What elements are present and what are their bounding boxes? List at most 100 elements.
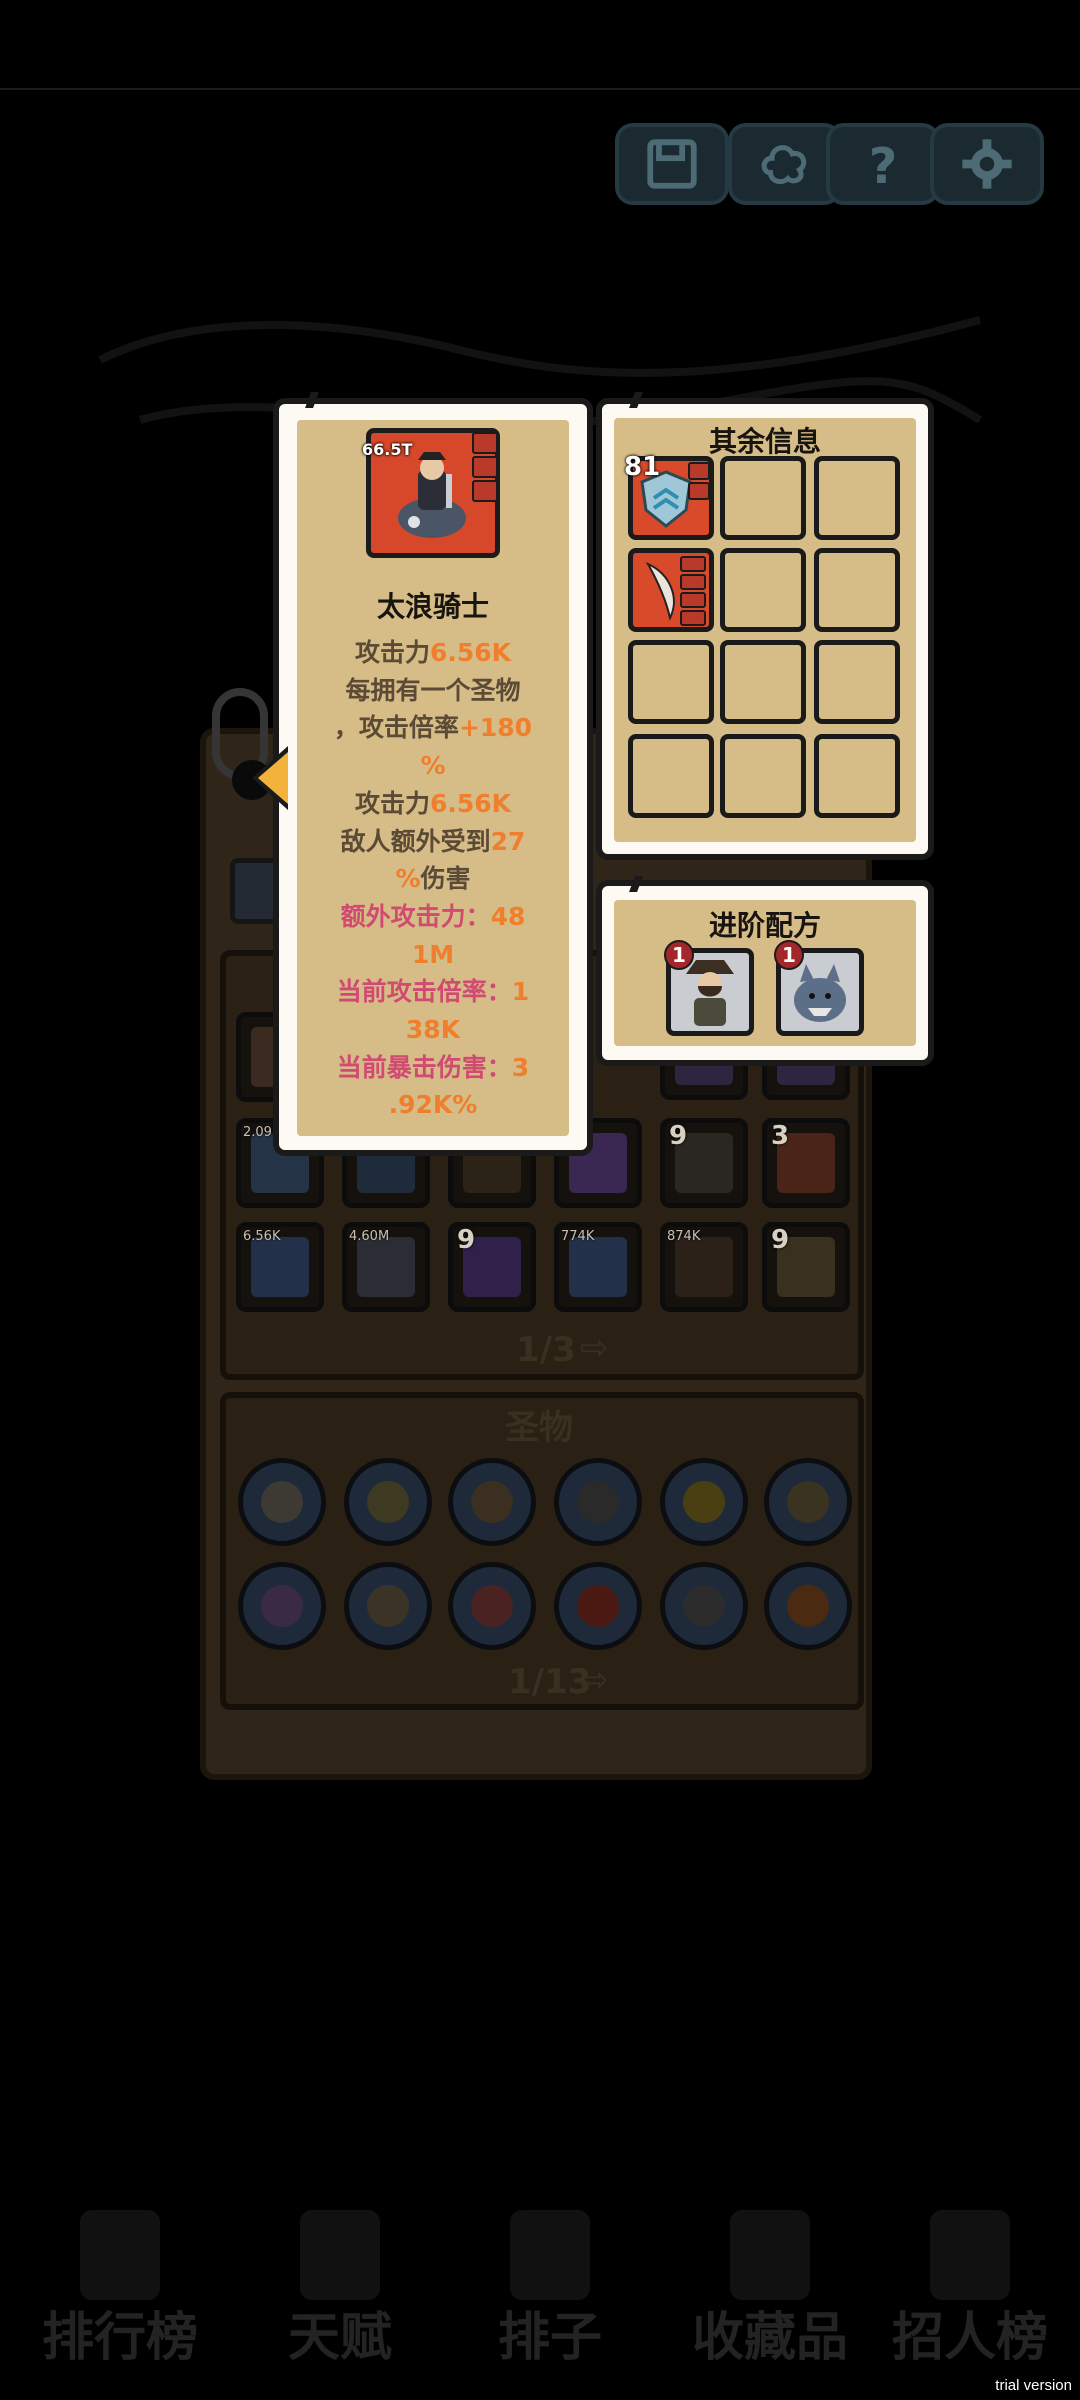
- inventory-slot[interactable]: 6.56K: [236, 1222, 324, 1312]
- inventory-slot[interactable]: 9: [448, 1222, 536, 1312]
- bottom-tab-icon: [930, 2210, 1010, 2300]
- inventory-item-icon: [569, 1237, 627, 1297]
- equipment-slot-empty[interactable]: [720, 640, 806, 724]
- unit-stat-text: 48: [490, 901, 526, 931]
- relic-slot[interactable]: [764, 1458, 852, 1546]
- inventory-item-value: 774K: [561, 1229, 595, 1244]
- relic-icon: [261, 1585, 303, 1627]
- equip-chip: [680, 610, 706, 626]
- inventory-item-icon: [357, 1237, 415, 1297]
- inventory-slot[interactable]: 9: [762, 1222, 850, 1312]
- unit-stat-text: +180: [458, 713, 533, 743]
- equipment-slot-empty[interactable]: [720, 456, 806, 540]
- portrait-equip-chip: [472, 432, 498, 454]
- relics-title: 圣物: [505, 1408, 573, 1448]
- svg-text:?: ?: [869, 137, 898, 193]
- unit-stat-text: 38K: [405, 1015, 461, 1044]
- relic-icon: [261, 1481, 303, 1523]
- unit-stat-text: ，攻击倍率: [333, 713, 459, 743]
- inventory-slot[interactable]: 874K: [660, 1222, 748, 1312]
- relic-slot[interactable]: [660, 1458, 748, 1546]
- relic-slot[interactable]: [238, 1562, 326, 1650]
- sword-icon: [645, 561, 675, 621]
- share-button[interactable]: [728, 123, 842, 205]
- relic-slot[interactable]: [448, 1562, 536, 1650]
- unit-stat-line: 攻击力6.56K: [300, 785, 566, 823]
- relic-slot[interactable]: [344, 1562, 432, 1650]
- bottom-tab[interactable]: 天赋: [250, 2200, 430, 2370]
- unit-stat-text: 27: [490, 826, 526, 856]
- relic-icon: [683, 1481, 725, 1523]
- relic-icon: [471, 1585, 513, 1627]
- question-icon: ?: [869, 137, 898, 193]
- equipment-level: 81: [624, 452, 661, 482]
- relic-slot[interactable]: [448, 1458, 536, 1546]
- relic-slot[interactable]: [554, 1562, 642, 1650]
- unit-stat-line: 当前暴击伤害：3: [300, 1049, 566, 1087]
- advance-recipe-title: 进阶配方: [708, 909, 821, 942]
- relic-slot[interactable]: [344, 1458, 432, 1546]
- relic-slot[interactable]: [764, 1562, 852, 1650]
- unit-stat-line: %伤害: [300, 860, 566, 898]
- cloud-icon: [761, 145, 807, 185]
- bottom-tab[interactable]: 收藏品: [680, 2200, 860, 2370]
- wolf-unit-icon: [794, 964, 846, 1022]
- inventory-slot[interactable]: 4.60M: [342, 1222, 430, 1312]
- inventory-item-value: 4.60M: [349, 1229, 390, 1244]
- bottom-tab-icon: [300, 2210, 380, 2300]
- unit-stat-line: 每拥有一个圣物: [300, 672, 566, 710]
- equipment-slot-empty[interactable]: [814, 640, 900, 724]
- relic-slot[interactable]: [660, 1562, 748, 1650]
- relic-icon: [577, 1585, 619, 1627]
- save-button[interactable]: [615, 123, 729, 205]
- unit-stat-text: 1: [511, 977, 530, 1007]
- unit-stat-text: 每拥有一个圣物: [345, 675, 521, 705]
- relic-icon: [787, 1481, 829, 1523]
- unit-name: 太浪骑士: [376, 590, 489, 623]
- next-page-arrow-icon[interactable]: ⇨: [580, 1328, 609, 1368]
- equipment-slot-empty[interactable]: [628, 734, 714, 818]
- equipment-slot-empty[interactable]: [720, 548, 806, 632]
- unit-power-value: 66.5T: [362, 440, 413, 459]
- equipment-slot-empty[interactable]: [814, 456, 900, 540]
- equip-chip: [688, 482, 710, 500]
- equipment-slot-empty[interactable]: [628, 640, 714, 724]
- bottom-tab-icon: [80, 2210, 160, 2300]
- bottom-tab[interactable]: 排行榜: [30, 2200, 210, 2370]
- recipe-count-badge: 1: [774, 940, 804, 970]
- bottom-tab[interactable]: 排子: [460, 2200, 640, 2370]
- unit-stat-text: %: [395, 864, 421, 894]
- help-button[interactable]: ?: [826, 123, 940, 205]
- equipment-slot-empty[interactable]: [814, 548, 900, 632]
- relics-next-page-arrow-icon[interactable]: ⇨: [580, 1660, 609, 1700]
- unit-stat-text: 当前攻击倍率：: [336, 977, 512, 1007]
- unit-stat-line: 38K: [300, 1011, 566, 1049]
- relic-icon: [471, 1481, 513, 1523]
- equipment-slot-empty[interactable]: [814, 734, 900, 818]
- settings-button[interactable]: [930, 123, 1044, 205]
- relic-slot[interactable]: [554, 1458, 642, 1546]
- inventory-item-value: 874K: [667, 1229, 701, 1244]
- unit-stat-text: 6.56K: [429, 638, 512, 667]
- inventory-item-icon: [675, 1237, 733, 1297]
- relic-icon: [367, 1481, 409, 1523]
- unit-stat-text: %: [420, 751, 446, 781]
- bottom-tab[interactable]: 招人榜: [880, 2200, 1060, 2370]
- equip-chip: [680, 592, 706, 608]
- inventory-slot[interactable]: 774K: [554, 1222, 642, 1312]
- unit-stat-line: .92K%: [300, 1086, 566, 1124]
- relic-slot[interactable]: [238, 1458, 326, 1546]
- unit-stat-text: .92K%: [388, 1090, 478, 1120]
- bottom-tab-icon: [510, 2210, 590, 2300]
- bottom-tab-label: 天赋: [287, 2308, 392, 2368]
- unit-stat-line: 敌人额外受到27: [300, 823, 566, 861]
- unit-stat-text: 伤害: [420, 864, 471, 894]
- card-pointer-arrow-icon: [258, 752, 288, 804]
- inventory-slot[interactable]: 3: [762, 1118, 850, 1208]
- unit-stat-line: ，攻击倍率+180: [300, 709, 566, 747]
- inventory-slot[interactable]: 9: [660, 1118, 748, 1208]
- inventory-page-indicator: 1/3: [516, 1330, 576, 1370]
- unit-stat-line: 1M: [300, 936, 566, 974]
- equip-chip: [688, 462, 710, 480]
- equipment-slot-empty[interactable]: [720, 734, 806, 818]
